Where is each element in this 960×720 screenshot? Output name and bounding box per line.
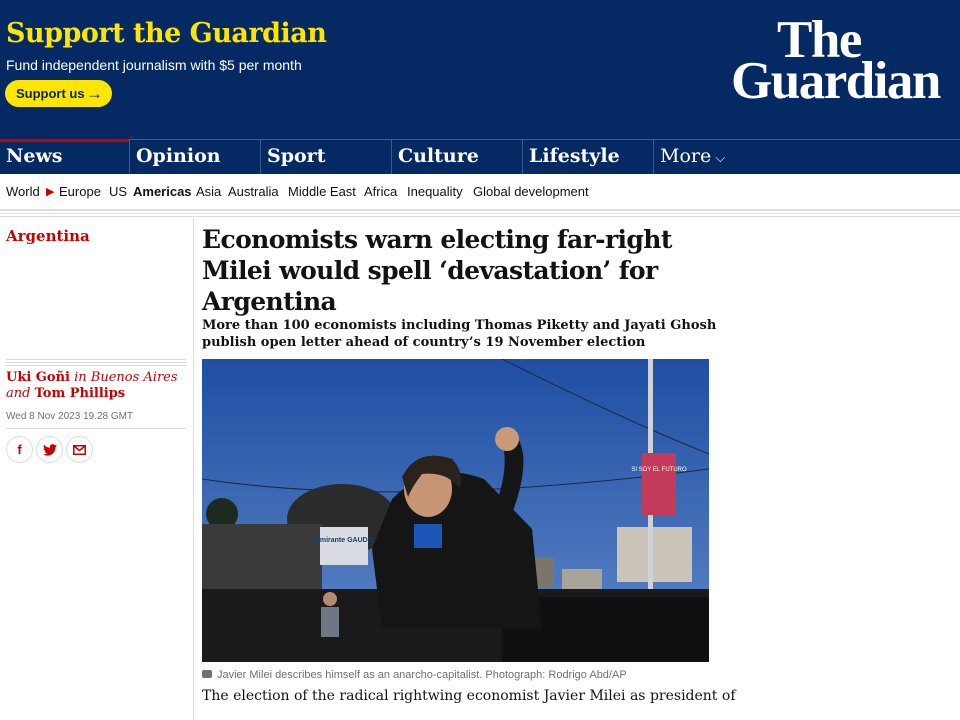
column-divider — [193, 218, 194, 720]
subnav-asia[interactable]: Asia — [196, 184, 221, 199]
author-link-1[interactable]: Uki Goñi — [6, 370, 70, 385]
pillar-opinion-label: Opinion — [136, 145, 221, 167]
logo-line-2: Guardian — [731, 52, 941, 110]
divider — [0, 210, 960, 217]
pillar-opinion[interactable]: Opinion — [129, 140, 260, 174]
pillar-more[interactable]: More ⌵ — [653, 140, 743, 174]
pillar-sport[interactable]: Sport — [260, 140, 391, 174]
section-label[interactable]: Argentina — [6, 227, 90, 245]
pillar-nav: News Opinion Sport Culture Lifestyle Mor… — [0, 139, 960, 174]
chevron-down-icon: ⌵ — [711, 151, 726, 166]
facebook-share-button[interactable]: f — [6, 436, 33, 463]
byline-rule — [6, 428, 186, 429]
pillar-culture-label: Culture — [398, 145, 479, 167]
subnav-australia[interactable]: Australia — [228, 184, 279, 199]
subnav-world[interactable]: World — [6, 184, 40, 199]
pillar-news-label: News — [6, 145, 63, 167]
pillar-culture[interactable]: Culture — [391, 140, 522, 174]
subnav-africa[interactable]: Africa — [364, 184, 397, 199]
byline-divider — [6, 359, 186, 366]
camera-icon — [202, 670, 212, 678]
masthead: Support the Guardian Fund independent jo… — [0, 0, 960, 139]
article-photo[interactable]: SI SOY EL FUTURO Almirante GAUDIO — [202, 359, 709, 662]
subnav-americas[interactable]: Americas — [133, 184, 192, 199]
subnav-europe[interactable]: Europe — [59, 184, 101, 199]
breadcrumb-arrow-icon: ▶ — [46, 186, 55, 198]
support-subtitle: Fund independent journalism with $5 per … — [6, 57, 302, 73]
article-body: The election of the radical rightwing ec… — [202, 688, 736, 704]
sub-nav: World ▶ Europe US Americas Asia Australi… — [0, 174, 960, 210]
article-standfirst: More than 100 economists including Thoma… — [202, 318, 717, 350]
caption-text: Javier Milei describes himself as an ana… — [217, 669, 627, 681]
pillar-lifestyle-label: Lifestyle — [529, 145, 620, 167]
photo-scene: SI SOY EL FUTURO Almirante GAUDIO — [202, 359, 709, 662]
photo-caption: Javier Milei describes himself as an ana… — [202, 669, 627, 681]
email-icon — [73, 445, 86, 455]
facebook-icon: f — [17, 442, 22, 457]
photo-banner-text: SI SOY EL FUTURO — [631, 467, 687, 473]
twitter-icon — [42, 444, 57, 456]
pillar-lifestyle[interactable]: Lifestyle — [522, 140, 653, 174]
photo-sign-text: Almirante GAUDIO — [313, 537, 376, 544]
subnav-us[interactable]: US — [109, 184, 127, 199]
article-headline: Economists warn electing far-right Milei… — [202, 225, 672, 316]
byline: Uki Goñi in Buenos Aires and Tom Phillip… — [6, 370, 186, 402]
author-link-2[interactable]: Tom Phillips — [35, 386, 126, 401]
subnav-global-development[interactable]: Global development — [473, 184, 589, 199]
publish-date[interactable]: Wed 8 Nov 2023 19.28 GMT — [6, 411, 133, 422]
pillar-news[interactable]: News — [0, 139, 129, 173]
support-button-label: Support us — [16, 86, 85, 101]
support-title: Support the Guardian — [6, 18, 327, 49]
support-us-button[interactable]: Support us → — [5, 80, 112, 107]
email-share-button[interactable] — [66, 436, 93, 463]
byline-location: in Buenos Aires — [74, 370, 178, 385]
pillar-more-label: More — [660, 145, 712, 167]
pillar-sport-label: Sport — [267, 145, 326, 167]
subnav-middle-east[interactable]: Middle East — [288, 184, 356, 199]
byline-and: and — [6, 386, 31, 401]
arrow-right-icon: → — [86, 84, 103, 103]
guardian-logo[interactable]: The Guardian — [731, 14, 960, 110]
twitter-share-button[interactable] — [36, 436, 63, 463]
subnav-inequality[interactable]: Inequality — [407, 184, 463, 199]
